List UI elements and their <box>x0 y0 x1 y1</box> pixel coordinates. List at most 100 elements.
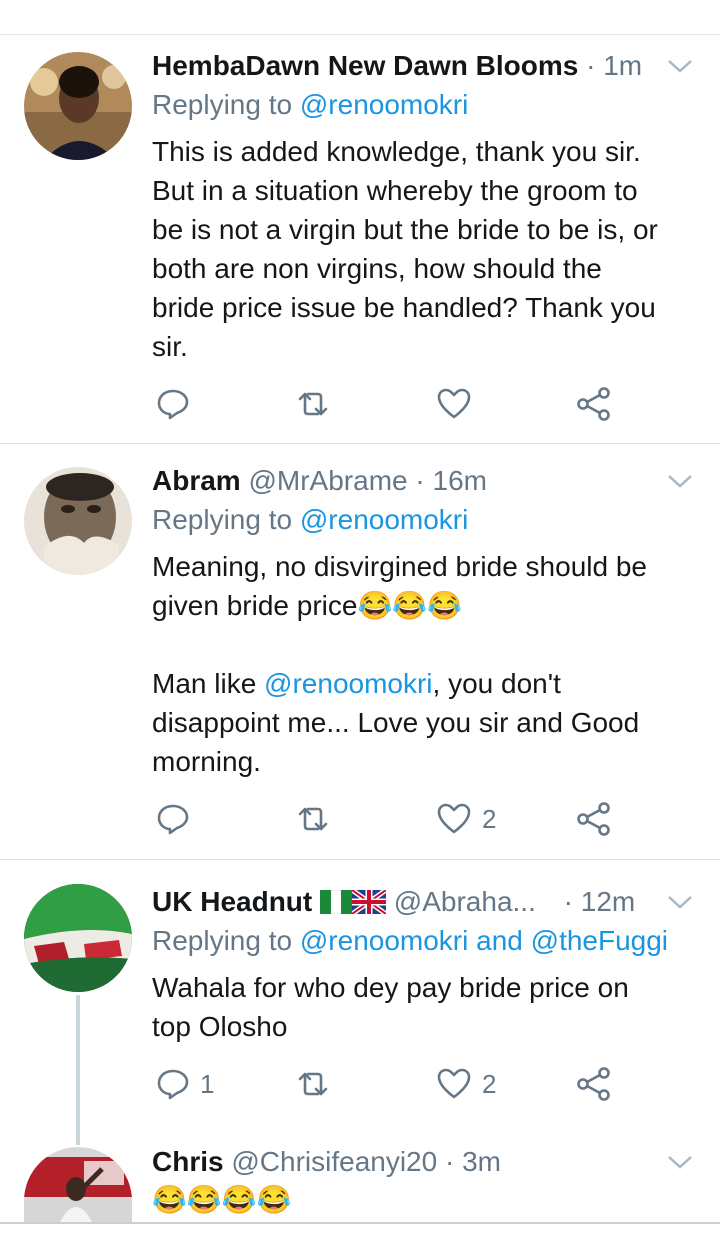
like-icon <box>437 1068 471 1099</box>
share-button[interactable] <box>576 384 612 424</box>
text-line: Meaning, no disvirgined bride should be <box>152 551 647 582</box>
separator-dot: · <box>415 465 425 496</box>
mention-link[interactable]: @renoomokri <box>264 668 432 699</box>
text-line: disappoint me... Love you sir and Good <box>152 707 640 738</box>
replying-to-label: Replying to <box>152 504 300 535</box>
tweet-2[interactable]: Abram @MrAbrame · 16m Replying to @renoo… <box>0 461 720 859</box>
mention-link[interactable]: @renoomokri <box>300 89 468 120</box>
display-name[interactable]: UK Headnut <box>152 886 312 917</box>
tweet-divider <box>0 443 720 444</box>
bottom-divider <box>0 1222 720 1224</box>
like-icon <box>437 803 471 834</box>
text-fragment: , you don't <box>432 668 561 699</box>
mention-link[interactable]: @renoomokri <box>300 925 468 956</box>
text-line: given bride price😂😂😂 <box>152 586 697 625</box>
mention-link[interactable]: @theFuggi <box>531 925 668 956</box>
separator-dot: · <box>586 50 596 81</box>
user-handle[interactable]: @Abraha... <box>394 886 536 917</box>
retweet-icon <box>298 1072 328 1096</box>
share-button[interactable] <box>576 799 612 839</box>
display-name[interactable]: Abram <box>152 465 241 496</box>
text-line: Wahala for who dey pay bride price on <box>152 972 629 1003</box>
display-name[interactable]: Chris <box>152 1146 224 1177</box>
avatar[interactable] <box>24 884 132 992</box>
tweet-text: This is added knowledge, thank you sir. … <box>152 132 697 366</box>
avatar[interactable] <box>24 52 132 160</box>
like-count: 2 <box>482 803 497 834</box>
text-line: sir. <box>152 331 188 362</box>
chevron-down-icon[interactable] <box>666 56 694 76</box>
replying-to-label: Replying to <box>152 89 300 120</box>
tweet-4[interactable]: Chris @Chrisifeanyi20 · 3m 😂😂😂😂 <box>0 1142 720 1222</box>
like-icon <box>437 388 471 419</box>
top-divider <box>0 34 720 35</box>
avatar[interactable] <box>24 467 132 575</box>
tweet-1[interactable]: HembaDawn New Dawn Blooms · 1m Replying … <box>0 46 720 444</box>
tweet-text: Meaning, no disvirgined bride should be … <box>152 547 697 781</box>
replying-to: Replying to @renoomokri <box>152 86 468 124</box>
reply-icon <box>157 1069 189 1100</box>
tweet-divider <box>0 859 720 860</box>
chevron-down-icon[interactable] <box>666 471 694 491</box>
retweet-button[interactable] <box>294 799 332 839</box>
reply-count: 1 <box>200 1068 215 1099</box>
like-button[interactable] <box>436 384 472 424</box>
replying-to: Replying to @renoomokri <box>152 501 468 539</box>
reply-button[interactable] <box>156 799 190 839</box>
reply-icon <box>157 389 189 420</box>
tweet-actions <box>152 384 622 424</box>
retweet-icon <box>298 392 328 416</box>
mention-link[interactable]: @renoomokri <box>300 504 468 535</box>
chevron-down-icon[interactable] <box>666 892 694 912</box>
tweet-text: 😂😂😂😂 <box>152 1180 697 1219</box>
tweet-header: Abram @MrAbrame · 16m <box>152 461 680 501</box>
like-count: 2 <box>482 1068 497 1099</box>
reply-button[interactable] <box>156 384 190 424</box>
timestamp[interactable]: 1m <box>603 50 642 81</box>
share-icon <box>577 802 610 836</box>
user-handle[interactable]: @Chrisifeanyi20 <box>231 1146 437 1177</box>
emoji: 😂😂😂 <box>357 590 463 621</box>
text-line: morning. <box>152 746 261 777</box>
text-line: This is added knowledge, thank you sir. <box>152 136 641 167</box>
text-line: Man like @renoomokri, you don't <box>152 664 697 703</box>
text-fragment: given bride price <box>152 590 358 621</box>
tweet-header: UK Headnut @Abraha... · 12m <box>152 882 680 922</box>
text-fragment: Man like <box>152 668 265 699</box>
timestamp[interactable]: 16m <box>433 465 487 496</box>
separator-dot: · <box>444 1146 455 1177</box>
share-icon <box>577 1067 610 1101</box>
text-line: top Olosho <box>152 1011 288 1042</box>
avatar[interactable] <box>24 1147 132 1222</box>
timestamp[interactable]: 12m <box>581 886 635 917</box>
user-handle[interactable]: @MrAbrame <box>248 465 407 496</box>
retweet-button[interactable] <box>294 1064 332 1104</box>
tweet-header: Chris @Chrisifeanyi20 · 3m <box>152 1142 680 1182</box>
timestamp[interactable]: 3m <box>462 1146 501 1177</box>
chevron-down-icon[interactable] <box>666 1152 694 1172</box>
like-button[interactable]: 2 <box>436 799 496 839</box>
tweet-3[interactable]: UK Headnut @Abraha... · 12m Replying to … <box>0 882 720 1142</box>
like-button[interactable]: 2 <box>436 1064 496 1104</box>
reply-icon <box>157 804 189 835</box>
share-icon <box>577 387 610 421</box>
tweet-text: Wahala for who dey pay bride price on to… <box>152 968 697 1046</box>
retweet-button[interactable] <box>294 384 332 424</box>
text-line: both are non virgins, how should the <box>152 253 602 284</box>
share-button[interactable] <box>576 1064 612 1104</box>
tweet-header: HembaDawn New Dawn Blooms · 1m <box>152 46 680 86</box>
tweet-actions: 1 2 <box>152 1064 622 1104</box>
mention-joiner: and <box>468 925 531 956</box>
tweet-actions: 2 <box>152 799 622 839</box>
retweet-icon <box>298 807 328 831</box>
text-line: bride price issue be handled? Thank you <box>152 292 656 323</box>
separator-dot: · <box>563 886 573 917</box>
emoji: 😂😂😂😂 <box>152 1184 292 1215</box>
text-line: be is not a virgin but the bride to be i… <box>152 214 658 245</box>
replying-to: Replying to @renoomokri and @theFuggi <box>152 922 668 960</box>
uk-flag-icon <box>352 890 387 914</box>
reply-button[interactable]: 1 <box>156 1064 214 1104</box>
display-name[interactable]: HembaDawn New Dawn Blooms <box>152 50 578 81</box>
nigeria-flag-icon <box>320 890 353 914</box>
